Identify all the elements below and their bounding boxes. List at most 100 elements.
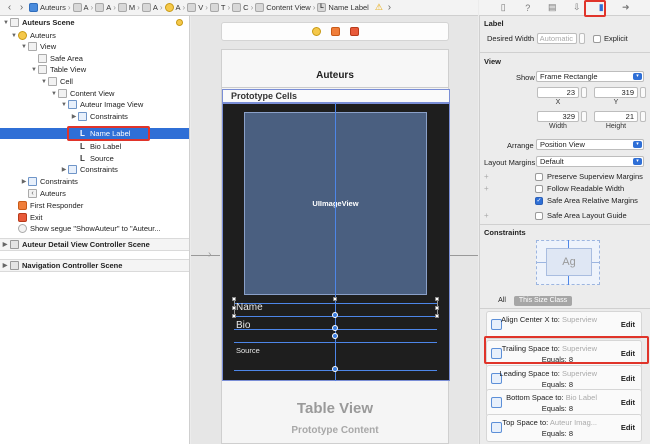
preserve-margins-checkbox[interactable] [535, 173, 543, 181]
add-variation-icon[interactable]: + [484, 184, 489, 193]
desired-width-field[interactable]: Automatic [537, 33, 577, 44]
breadcrumb-item[interactable]: V [186, 3, 204, 12]
constraint-anchor[interactable] [332, 312, 338, 318]
y-stepper[interactable] [640, 87, 646, 98]
disclosure-triangle-icon[interactable]: ▶ [60, 166, 68, 173]
constraint-row-bottom-space[interactable]: Bottom Space to: Bio Label Equals: 8 Edi… [486, 389, 642, 417]
resize-handle[interactable] [232, 297, 236, 301]
disclosure-triangle-icon[interactable]: ▼ [2, 20, 10, 26]
disclosure-triangle-icon[interactable]: ▼ [50, 91, 58, 97]
resize-handle[interactable] [435, 314, 439, 318]
scene-header-auteur-detail[interactable]: ▶ Auteur Detail View Controller Scene [0, 238, 189, 251]
diagram-view-preview: Ag [546, 248, 592, 276]
resize-handle[interactable] [333, 297, 337, 301]
outline-row-auteurs-scene[interactable]: ▼ Auteurs Scene [0, 17, 189, 28]
width-field[interactable]: 329 [537, 111, 579, 122]
breadcrumb-item[interactable]: A [164, 3, 182, 12]
resize-handle[interactable] [435, 306, 439, 310]
disclosure-triangle-icon[interactable]: ▶ [0, 241, 10, 248]
breadcrumb-item[interactable]: M [117, 3, 136, 12]
disclosure-triangle-icon[interactable]: ▼ [40, 79, 48, 85]
safe-area-relative-checkbox[interactable]: ✓ [535, 197, 543, 205]
warning-icon[interactable]: ⚠ [375, 2, 383, 13]
constraint-anchor[interactable] [332, 325, 338, 331]
segment-this-size-class[interactable]: This Size Class [514, 296, 572, 306]
show-popup[interactable]: Frame Rectangle ▾ [536, 71, 644, 82]
view-controller-icon[interactable] [311, 27, 321, 36]
outline-row-source[interactable]: L Source [0, 153, 189, 164]
outline-row-bio-label[interactable]: L Bio Label [0, 141, 189, 152]
outline-row-table-view[interactable]: ▼ Table View [0, 64, 189, 75]
add-variation-icon[interactable]: + [484, 172, 489, 181]
resize-handle[interactable] [232, 314, 236, 318]
height-field[interactable]: 21 [594, 111, 638, 122]
outline-row-view[interactable]: ▼ View [0, 41, 189, 52]
project-icon [29, 3, 38, 12]
constraint-anchor[interactable] [332, 366, 338, 372]
identity-inspector-icon[interactable]: ▤ [548, 2, 557, 13]
x-stepper[interactable] [581, 87, 587, 98]
breadcrumb-item[interactable]: A [141, 3, 159, 12]
outline-row-auteurs-vc[interactable]: ▼ Auteurs [0, 30, 189, 41]
disclosure-triangle-icon[interactable]: ▶ [70, 113, 78, 120]
edit-button[interactable]: Edit [621, 374, 635, 383]
follow-readable-checkbox[interactable] [535, 185, 543, 193]
outline-row-exit[interactable]: Exit [0, 212, 189, 223]
forward-icon[interactable]: › [16, 2, 27, 14]
outline-row-content-constraints[interactable]: ▶ Constraints [0, 164, 189, 175]
disclosure-triangle-icon[interactable]: ▼ [30, 67, 38, 73]
source-label[interactable]: Source [236, 346, 260, 355]
height-stepper[interactable] [640, 111, 646, 122]
constraint-row-top-space[interactable]: Top Space to: Auteur Imag... Equals: 8 E… [486, 414, 642, 442]
name-label[interactable]: Name [236, 302, 263, 313]
edit-button[interactable]: Edit [621, 423, 635, 432]
attributes-inspector-icon[interactable]: ⇩ [572, 2, 581, 13]
explicit-checkbox[interactable] [593, 35, 601, 43]
outline-row-segue[interactable]: Show segue "ShowAuteur" to "Auteur... [0, 223, 189, 234]
first-responder-icon[interactable] [330, 27, 340, 36]
breadcrumb-item[interactable]: L Name Label [316, 3, 369, 12]
outline-row-image-constraints[interactable]: ▶ Constraints [0, 111, 189, 122]
outline-row-cell[interactable]: ▼ Cell [0, 76, 189, 87]
x-field[interactable]: 23 [537, 87, 579, 98]
disclosure-triangle-icon[interactable]: ▶ [0, 262, 10, 269]
connections-inspector-icon[interactable]: ➜ [621, 2, 630, 13]
breadcrumb-item[interactable]: C [231, 3, 249, 12]
edit-button[interactable]: Edit [621, 320, 635, 329]
width-stepper[interactable] [581, 111, 587, 122]
outline-row-safe-area[interactable]: Safe Area [0, 53, 189, 64]
file-inspector-icon[interactable]: ▯ [499, 2, 508, 13]
desired-width-stepper[interactable] [579, 33, 585, 44]
breadcrumb-item[interactable]: Content View [254, 3, 311, 12]
y-field[interactable]: 319 [594, 87, 638, 98]
resize-handle[interactable] [435, 297, 439, 301]
scene-header-navigation-controller[interactable]: ▶ Navigation Controller Scene [0, 259, 189, 272]
safe-area-guide-checkbox[interactable] [535, 212, 543, 220]
constraint-row-align-center-x[interactable]: Align Center X to: Superview Edit [486, 311, 642, 339]
arrange-popup[interactable]: Position View ▾ [536, 139, 644, 150]
disclosure-triangle-icon[interactable]: ▶ [20, 178, 28, 185]
breadcrumb-item[interactable]: Auteurs [28, 3, 67, 12]
exit-icon[interactable] [349, 27, 359, 36]
edit-button[interactable]: Edit [621, 398, 635, 407]
chevron-right-icon[interactable]: › [384, 2, 395, 14]
disclosure-triangle-icon[interactable]: ▼ [60, 102, 68, 108]
outline-row-first-responder[interactable]: First Responder [0, 200, 189, 211]
breadcrumb-item[interactable]: A [94, 3, 112, 12]
outline-row-auteur-image-view[interactable]: ▼ Auteur Image View [0, 99, 189, 110]
help-icon[interactable]: ? [523, 3, 532, 13]
segment-all[interactable]: All [492, 296, 512, 306]
outline-row-auteurs-navitem[interactable]: ‹ Auteurs [0, 188, 189, 199]
layout-margins-popup[interactable]: Default ▾ [536, 156, 644, 167]
outline-row-view-constraints[interactable]: ▶ Constraints [0, 176, 189, 187]
outline-row-content-view[interactable]: ▼ Content View [0, 88, 189, 99]
breadcrumb-item[interactable]: A [72, 3, 90, 12]
breadcrumb-item[interactable]: T [209, 3, 227, 12]
disclosure-triangle-icon[interactable]: ▼ [10, 33, 18, 39]
bio-label[interactable]: Bio [236, 320, 250, 331]
back-icon[interactable]: ‹ [4, 2, 15, 14]
constraint-anchor[interactable] [332, 333, 338, 339]
navigation-bar[interactable]: Auteurs [222, 50, 448, 88]
add-variation-icon[interactable]: + [484, 211, 489, 220]
disclosure-triangle-icon[interactable]: ▼ [20, 44, 28, 50]
